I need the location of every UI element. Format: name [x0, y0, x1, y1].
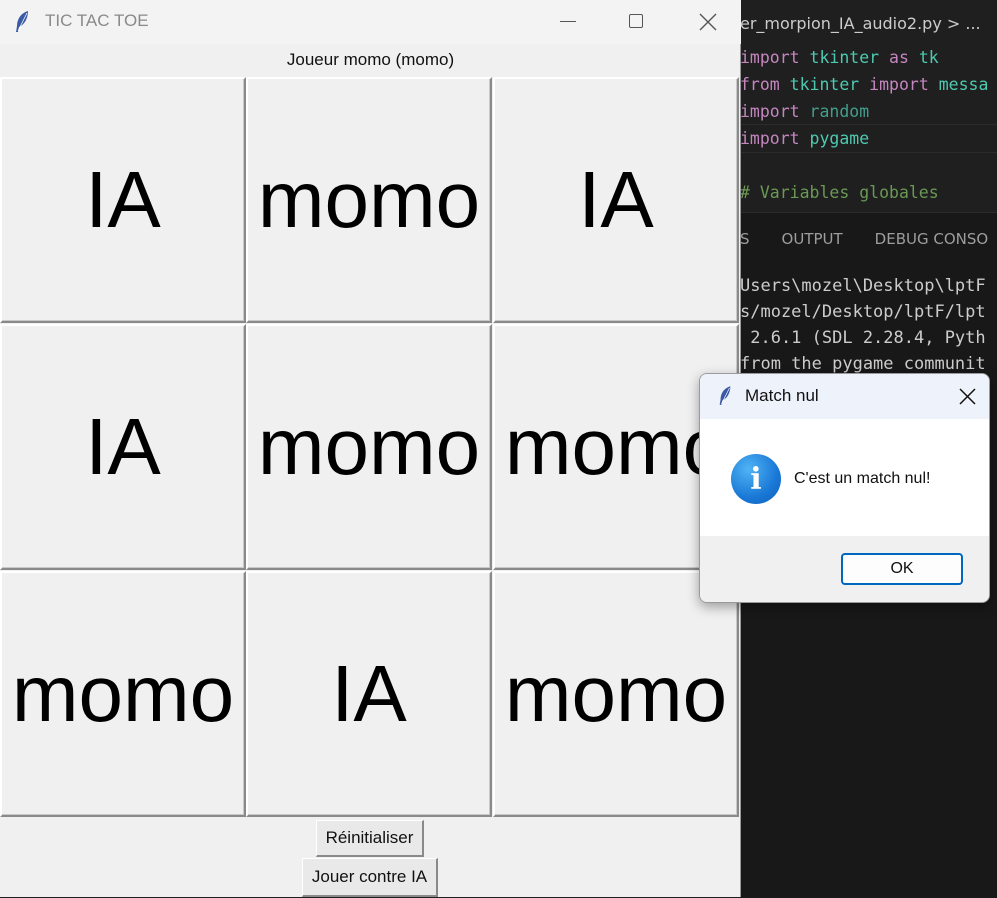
code-token: from: [740, 75, 790, 94]
cell-mark: momo: [257, 155, 481, 244]
terminal-line: 2.6.1 (SDL 2.28.4, Pyth: [740, 328, 986, 348]
minimize-button[interactable]: [545, 0, 591, 44]
maximize-icon: [629, 14, 643, 28]
board-cell[interactable]: momo: [246, 77, 492, 323]
window-titlebar[interactable]: TIC TAC TOE: [0, 0, 741, 44]
close-icon: [959, 388, 976, 405]
info-icon: i: [731, 454, 781, 504]
ok-button[interactable]: OK: [841, 553, 963, 585]
code-token: random: [809, 102, 870, 121]
code-line[interactable]: import random: [740, 98, 988, 125]
panel-tabs: S OUTPUT DEBUG CONSO: [740, 230, 997, 248]
editor-breadcrumb[interactable]: er_morpion_IA_audio2.py > ...: [740, 14, 981, 33]
board-cell[interactable]: IA: [493, 77, 739, 323]
code-token: tkinter: [789, 75, 860, 94]
panel-tab[interactable]: OUTPUT: [782, 230, 843, 248]
close-icon: [699, 13, 717, 31]
code-token: import: [740, 102, 810, 121]
code-line[interactable]: [740, 152, 988, 179]
window-title: TIC TAC TOE: [45, 11, 149, 30]
cell-mark: momo: [11, 649, 235, 738]
board-cell[interactable]: IA: [0, 324, 246, 570]
cell-mark: momo: [504, 649, 728, 738]
panel-tab[interactable]: DEBUG CONSO: [875, 230, 989, 248]
play-against-ai-button[interactable]: Jouer contre IA: [302, 858, 438, 897]
board-cell[interactable]: IA: [246, 571, 492, 817]
terminal-output[interactable]: Users\mozel\Desktop\lptF s/mozel/Desktop/…: [740, 273, 986, 377]
code-line[interactable]: import tkinter as tk: [740, 44, 988, 71]
code-line[interactable]: from tkinter import messa: [740, 71, 988, 98]
minimize-icon: [560, 21, 576, 22]
terminal-line: Users\mozel\Desktop\lptF: [740, 276, 986, 296]
code-line[interactable]: import pygame: [740, 125, 988, 152]
feather-icon: [16, 11, 28, 32]
code-token: pygame: [809, 129, 870, 148]
board-cell[interactable]: momo: [246, 324, 492, 570]
dialog-close-button[interactable]: [944, 374, 989, 419]
code-line[interactable]: # Variables globales: [740, 179, 988, 206]
close-button[interactable]: [684, 0, 730, 44]
board-cell[interactable]: momo: [493, 571, 739, 817]
tic-tac-toe-window: TIC TAC TOE Joueur momo (momo) IA momo I…: [0, 0, 741, 897]
dialog-message: C'est un match nul!: [794, 470, 931, 487]
dialog-titlebar[interactable]: Match nul: [700, 374, 989, 419]
reset-button[interactable]: Réinitialiser: [316, 820, 424, 857]
panel-tab[interactable]: S: [740, 230, 750, 248]
cell-mark: IA: [331, 649, 407, 738]
cell-mark: IA: [578, 155, 654, 244]
code-token: import: [859, 75, 939, 94]
draw-message-dialog: Match nul i C'est un match nul! OK: [699, 373, 990, 603]
terminal-line: s/mozel/Desktop/lptF/lpt: [740, 302, 986, 322]
cell-mark: IA: [85, 402, 161, 491]
feather-icon: [719, 386, 731, 405]
dialog-title: Match nul: [745, 386, 819, 405]
code-token: # Variables globales: [740, 183, 939, 202]
board-cell[interactable]: momo: [0, 571, 246, 817]
cell-mark: IA: [85, 155, 161, 244]
board-cell[interactable]: IA: [0, 77, 246, 323]
current-player-label: Joueur momo (momo): [286, 50, 455, 69]
code-token: import: [740, 129, 810, 148]
code-token: tk: [918, 48, 939, 67]
cell-mark: momo: [257, 402, 481, 491]
code-token: as: [879, 48, 919, 67]
code-token: tkinter: [809, 48, 880, 67]
code-token: messa: [938, 75, 989, 94]
maximize-button[interactable]: [613, 0, 659, 44]
code-token: import: [740, 48, 810, 67]
code-editor[interactable]: import tkinter as tk from tkinter import …: [740, 44, 988, 206]
